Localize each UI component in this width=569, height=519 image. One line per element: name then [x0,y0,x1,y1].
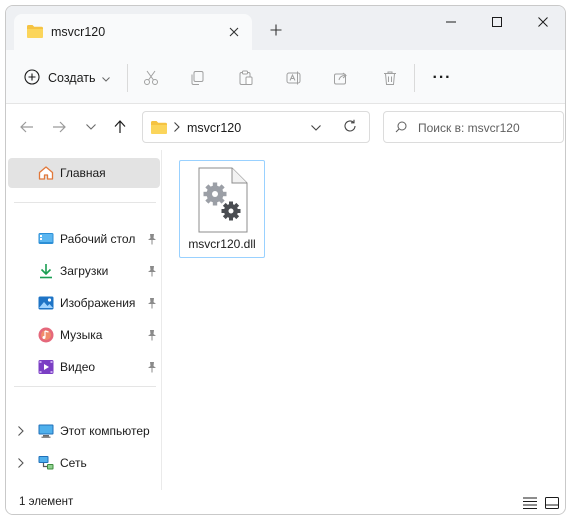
search-box[interactable] [383,111,564,143]
minimize-button[interactable] [428,6,474,38]
command-bar: Создать ··· [6,50,565,104]
music-icon [38,327,54,343]
pin-icon[interactable] [147,265,157,280]
refresh-icon[interactable] [343,119,357,136]
sidebar-item-label: Видео [60,360,96,374]
sidebar-item-label: Музыка [60,328,103,342]
pin-icon[interactable] [147,297,157,312]
paste-icon[interactable] [232,64,260,92]
cut-icon[interactable] [137,64,165,92]
search-icon [395,121,407,136]
close-tab-icon[interactable] [224,22,244,42]
network-icon [38,455,54,471]
sidebar-divider [14,386,156,387]
pin-icon[interactable] [147,329,157,344]
chevron-right-icon[interactable] [18,425,24,439]
toolbar-separator [414,64,415,92]
sidebar-item-label: Рабочий стол [60,232,136,246]
sidebar-item-network[interactable]: Сеть [8,448,160,478]
large-icons-view-icon[interactable] [544,495,560,511]
delete-icon[interactable] [376,64,404,92]
folder-icon [150,120,168,138]
share-icon[interactable] [327,64,355,92]
sidebar-item-downloads[interactable]: Загрузки [8,256,160,286]
this-pc-icon [38,423,54,439]
videos-icon [38,359,54,375]
sidebar-item-label: Главная [60,166,106,180]
chevron-right-icon[interactable] [18,457,24,471]
toolbar-separator [127,64,128,92]
maximize-button[interactable] [474,6,520,38]
chevron-right-icon[interactable] [174,121,180,135]
breadcrumb-current[interactable]: msvcr120 [187,121,241,135]
copy-icon[interactable] [183,64,211,92]
navigation-pane: Главная Рабочий стол Загрузки Изображени… [6,150,162,490]
sidebar-item-home[interactable]: Главная [8,158,160,188]
sidebar-item-music[interactable]: Музыка [8,320,160,350]
search-input[interactable] [418,119,558,137]
title-bar: msvcr120 [6,6,565,50]
address-bar[interactable]: msvcr120 [142,111,370,143]
plus-circle-icon [24,68,40,88]
up-arrow-icon[interactable] [107,114,133,140]
forward-arrow-icon[interactable] [46,114,72,140]
back-arrow-icon[interactable] [14,114,40,140]
sidebar-item-videos[interactable]: Видео [8,352,160,382]
create-button[interactable]: Создать [18,62,118,94]
sidebar-item-label: Этот компьютер [60,424,150,438]
downloads-icon [38,263,54,279]
more-options-button[interactable]: ··· [428,64,456,92]
pin-icon[interactable] [147,233,157,248]
create-label: Создать [48,71,96,85]
tab-label: msvcr120 [51,25,106,39]
address-history-chevron-icon[interactable] [311,120,321,134]
folder-icon [26,24,44,42]
sidebar-divider [14,202,156,203]
item-count: 1 элемент [19,496,74,508]
file-list-pane[interactable]: msvcr120.dll [163,150,565,490]
file-item[interactable]: msvcr120.dll [179,160,265,258]
chevron-down-icon [101,71,110,85]
pictures-icon [38,295,54,311]
pin-icon[interactable] [147,361,157,376]
file-name: msvcr120.dll [188,237,256,251]
sidebar-item-label: Сеть [60,456,87,470]
home-icon [38,165,54,181]
details-view-icon[interactable] [522,495,538,511]
sidebar-item-label: Загрузки [60,264,109,278]
rename-icon[interactable] [280,64,308,92]
recent-locations-chevron-icon[interactable] [78,114,104,140]
dll-file-icon [196,167,248,236]
sidebar-item-label: Изображения [60,296,136,310]
tab-msvcr120[interactable]: msvcr120 [14,14,252,50]
sidebar-item-pictures[interactable]: Изображения [8,288,160,318]
sidebar-item-desktop[interactable]: Рабочий стол [8,224,160,254]
status-bar: 1 элемент [6,490,565,514]
sidebar-item-this-pc[interactable]: Этот компьютер [8,416,160,446]
new-tab-button[interactable] [266,20,286,40]
navigation-bar: msvcr120 [6,104,565,150]
file-explorer-window: msvcr120 Создать ··· msvcr120 Поиск в: m… [5,5,566,515]
desktop-icon [38,231,54,247]
close-window-button[interactable] [520,6,565,38]
